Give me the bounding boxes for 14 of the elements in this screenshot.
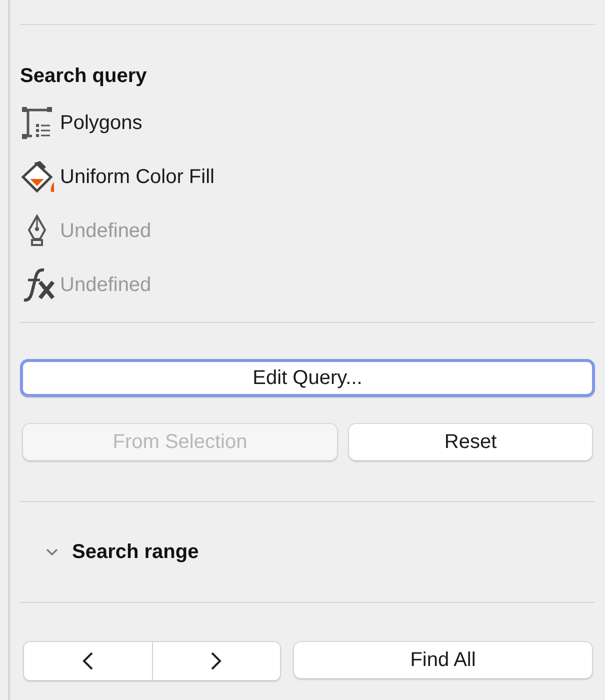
query-item-label: Undefined [60,274,152,296]
next-button[interactable] [152,642,280,680]
section-heading: Search query [20,65,148,88]
chevron-icon[interactable] [46,546,58,558]
section-heading: Search range [72,540,199,564]
chevron-left-icon [82,651,94,671]
query-item-label: Polygons [60,112,142,134]
reset-button[interactable]: Reset [348,423,593,461]
query-item-label: Uniform Color Fill [60,166,214,188]
chevron-right-icon [210,651,222,671]
edit-query-button[interactable]: Edit Query... [20,359,595,397]
previous-button[interactable] [24,642,152,680]
query-item-label: Undefined [60,220,152,242]
find-all-button[interactable]: Find All [293,641,593,679]
